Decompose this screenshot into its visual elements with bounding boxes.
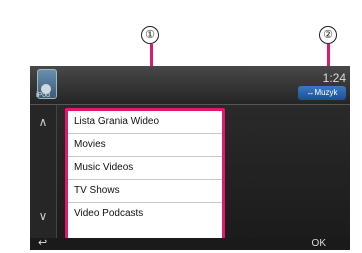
ok-button[interactable]: OK bbox=[312, 238, 326, 249]
scroll-up-icon[interactable]: ∧ bbox=[34, 113, 52, 131]
clock-time: 1:24 bbox=[322, 71, 346, 85]
list-item-playlist[interactable]: Lista Grania Wideo bbox=[68, 111, 222, 134]
back-icon[interactable]: ↩ bbox=[38, 236, 47, 249]
video-category-list: Lista Grania Wideo Movies Music Videos T… bbox=[65, 108, 225, 242]
scroll-down-icon[interactable]: ∨ bbox=[34, 207, 52, 225]
bottom-bar: ↩ OK bbox=[30, 236, 350, 250]
scroll-column: ∧ ∨ bbox=[30, 105, 57, 238]
list-item-music-videos[interactable]: Music Videos bbox=[68, 157, 222, 180]
ipod-video-screen: iPod 1:24 ↔Muzyk ∧ ∨ Lista Grania Wideo … bbox=[30, 66, 350, 250]
callout-2: ② bbox=[319, 26, 337, 44]
list-item-video-podcasts[interactable]: Video Podcasts bbox=[68, 203, 222, 225]
callout-1: ① bbox=[141, 26, 159, 44]
list-item-tv-shows[interactable]: TV Shows bbox=[68, 180, 222, 203]
list-item-movies[interactable]: Movies bbox=[68, 134, 222, 157]
source-label: iPod bbox=[36, 92, 51, 99]
top-bar: iPod 1:24 ↔Muzyk bbox=[30, 66, 350, 105]
music-source-button[interactable]: ↔Muzyk bbox=[298, 86, 346, 100]
